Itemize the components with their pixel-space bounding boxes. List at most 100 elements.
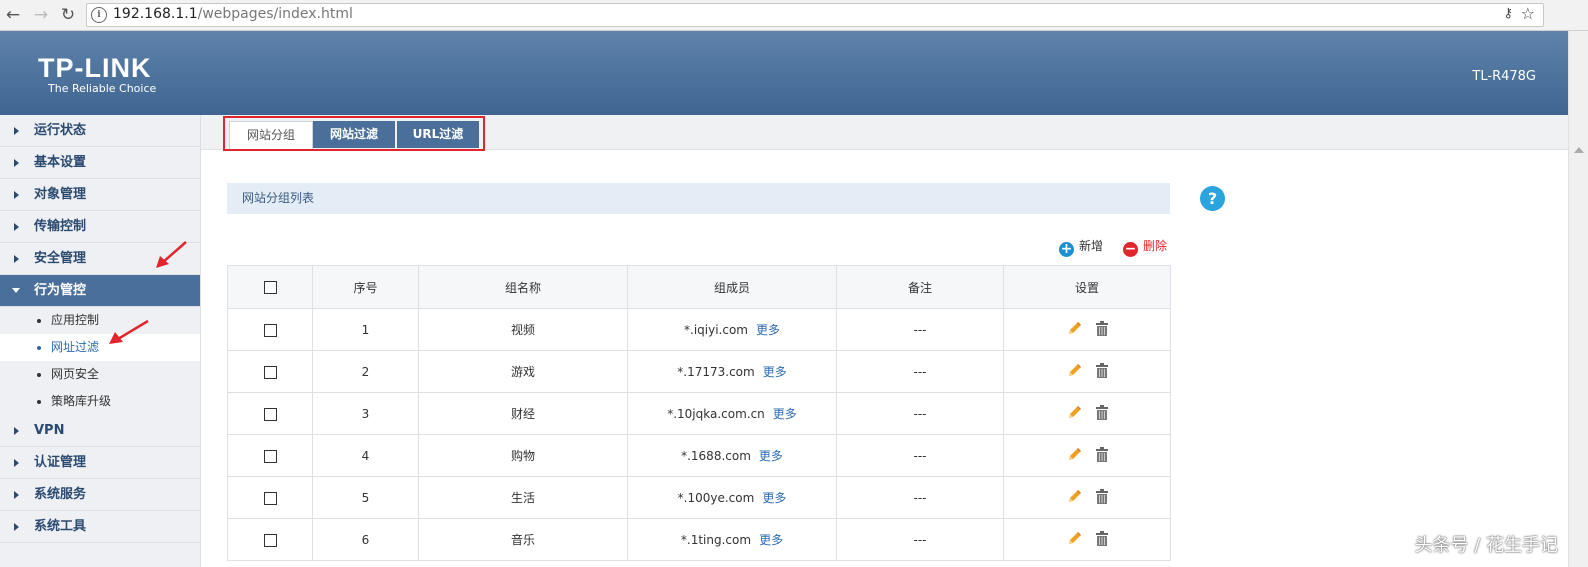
row-select-cell xyxy=(227,434,313,477)
sidebar-item-vpn[interactable]: VPN xyxy=(0,415,200,447)
row-index: 5 xyxy=(312,476,419,519)
info-icon[interactable]: i xyxy=(91,7,107,23)
row-settings xyxy=(1003,350,1171,393)
row-index: 4 xyxy=(312,434,419,477)
sidebar-item-system-tools[interactable]: 系统工具 xyxy=(0,511,200,543)
sidebar-subitem-app-control[interactable]: 应用控制 xyxy=(0,307,200,334)
browser-toolbar: ← → ↻ i 192.168.1.1/webpages/index.html … xyxy=(0,0,1588,31)
edit-pencil-icon[interactable] xyxy=(1067,321,1082,339)
sidebar-subitem-url-filter[interactable]: 网址过滤 xyxy=(0,334,200,361)
back-arrow-icon[interactable]: ← xyxy=(2,4,24,26)
logo-tagline: The Reliable Choice xyxy=(48,82,157,95)
trash-icon[interactable] xyxy=(1095,362,1108,381)
row-member-value: *.100ye.com xyxy=(677,491,755,505)
more-link[interactable]: 更多 xyxy=(763,365,787,379)
row-checkbox[interactable] xyxy=(263,533,277,547)
edit-pencil-icon[interactable] xyxy=(1067,447,1082,465)
edit-pencil-icon[interactable] xyxy=(1067,489,1082,507)
reload-icon[interactable]: ↻ xyxy=(57,4,79,26)
row-group-name: 生活 xyxy=(418,476,628,519)
edit-pencil-icon[interactable] xyxy=(1067,531,1082,549)
row-settings xyxy=(1003,476,1171,519)
trash-icon[interactable] xyxy=(1095,320,1108,339)
annotation-arrow-icon xyxy=(109,319,149,344)
row-note: --- xyxy=(836,434,1004,477)
more-link[interactable]: 更多 xyxy=(773,407,797,421)
sidebar-item-system-services[interactable]: 系统服务 xyxy=(0,479,200,511)
table-row: 2 游戏 *.17173.com 更多 --- xyxy=(227,350,1171,393)
sidebar-item-auth[interactable]: 认证管理 xyxy=(0,447,200,479)
trash-icon[interactable] xyxy=(1095,446,1108,465)
row-settings xyxy=(1003,392,1171,435)
row-members: *.1ting.com 更多 xyxy=(627,518,837,561)
row-settings xyxy=(1003,518,1171,561)
row-settings xyxy=(1003,434,1171,477)
row-index: 1 xyxy=(312,308,419,351)
row-checkbox[interactable] xyxy=(263,365,277,379)
table-row: 6 音乐 *.1ting.com 更多 --- xyxy=(227,518,1171,561)
row-group-name: 游戏 xyxy=(418,350,628,393)
caret-right-icon xyxy=(14,159,19,167)
sidebar-subitem-policy-upgrade[interactable]: 策略库升级 xyxy=(0,388,200,415)
trash-icon[interactable] xyxy=(1095,404,1108,423)
sidebar: 运行状态 基本设置 对象管理 传输控制 安全管理 行为管控 应用控制 网址过滤 … xyxy=(0,115,201,567)
section-title-bar: 网站分组列表 xyxy=(227,183,1170,214)
row-checkbox[interactable] xyxy=(263,491,277,505)
row-member-value: *.1688.com xyxy=(681,449,751,463)
more-link[interactable]: 更多 xyxy=(756,323,780,337)
select-all-checkbox[interactable] xyxy=(263,281,277,294)
row-member-value: *.iqiyi.com xyxy=(684,323,748,337)
watermark: 头条号 / 花生手记 xyxy=(1414,535,1558,556)
annotation-arrow-icon xyxy=(156,241,187,268)
edit-pencil-icon[interactable] xyxy=(1067,405,1082,423)
bookmark-star-icon[interactable]: ☆ xyxy=(1521,4,1535,23)
scroll-up-arrow-icon[interactable] xyxy=(1574,147,1584,153)
sidebar-item-behavior-control[interactable]: 行为管控 xyxy=(0,275,200,307)
select-all-cell xyxy=(227,265,313,309)
key-icon[interactable]: ⚷ xyxy=(1503,6,1513,21)
row-index: 3 xyxy=(312,392,419,435)
caret-right-icon xyxy=(14,491,19,499)
caret-right-icon xyxy=(14,523,19,531)
trash-icon[interactable] xyxy=(1095,488,1108,507)
row-checkbox[interactable] xyxy=(263,407,277,421)
sidebar-item-object-management[interactable]: 对象管理 xyxy=(0,179,200,211)
add-button[interactable]: + 新增 xyxy=(1059,237,1103,257)
header-note: 备注 xyxy=(836,265,1004,309)
row-member-value: *.1ting.com xyxy=(680,533,752,547)
sidebar-item-basic-settings[interactable]: 基本设置 xyxy=(0,147,200,179)
header-group-name: 组名称 xyxy=(418,265,628,309)
help-icon[interactable]: ? xyxy=(1200,186,1225,211)
row-members: *.1688.com 更多 xyxy=(627,434,837,477)
more-link[interactable]: 更多 xyxy=(759,449,783,463)
tabs-highlight-box xyxy=(223,116,485,151)
delete-button[interactable]: − 删除 xyxy=(1123,237,1167,257)
url-text[interactable]: 192.168.1.1/webpages/index.html xyxy=(113,6,353,22)
row-group-name: 财经 xyxy=(418,392,628,435)
row-note: --- xyxy=(836,392,1004,435)
more-link[interactable]: 更多 xyxy=(759,533,783,547)
row-group-name: 视频 xyxy=(418,308,628,351)
row-select-cell xyxy=(227,350,313,393)
row-checkbox[interactable] xyxy=(263,449,277,463)
section-title: 网站分组列表 xyxy=(242,191,315,205)
row-select-cell xyxy=(227,476,313,519)
caret-right-icon xyxy=(14,255,19,263)
row-checkbox[interactable] xyxy=(263,323,277,337)
row-members: *.iqiyi.com 更多 xyxy=(627,308,837,351)
trash-icon[interactable] xyxy=(1095,530,1108,549)
minus-circle-icon: − xyxy=(1123,241,1138,257)
caret-right-icon xyxy=(14,459,19,467)
edit-pencil-icon[interactable] xyxy=(1067,363,1082,381)
page-scrollbar[interactable] xyxy=(1568,31,1588,567)
more-link[interactable]: 更多 xyxy=(762,491,786,505)
forward-arrow-icon[interactable]: → xyxy=(30,4,52,26)
row-group-name: 音乐 xyxy=(418,518,628,561)
website-group-table: 序号 组名称 组成员 备注 设置 1 视频 *.iqiyi.com 更多 --- 2 游戏 *… xyxy=(227,265,1171,561)
address-bar[interactable]: i 192.168.1.1/webpages/index.html ⚷ ☆ xyxy=(86,3,1544,27)
table-row: 3 财经 *.10jqka.com.cn 更多 --- xyxy=(227,392,1171,435)
sidebar-subitem-web-security[interactable]: 网页安全 xyxy=(0,361,200,388)
table-header-row: 序号 组名称 组成员 备注 设置 xyxy=(227,265,1171,309)
sidebar-item-status[interactable]: 运行状态 xyxy=(0,115,200,147)
plus-circle-icon: + xyxy=(1059,241,1074,257)
